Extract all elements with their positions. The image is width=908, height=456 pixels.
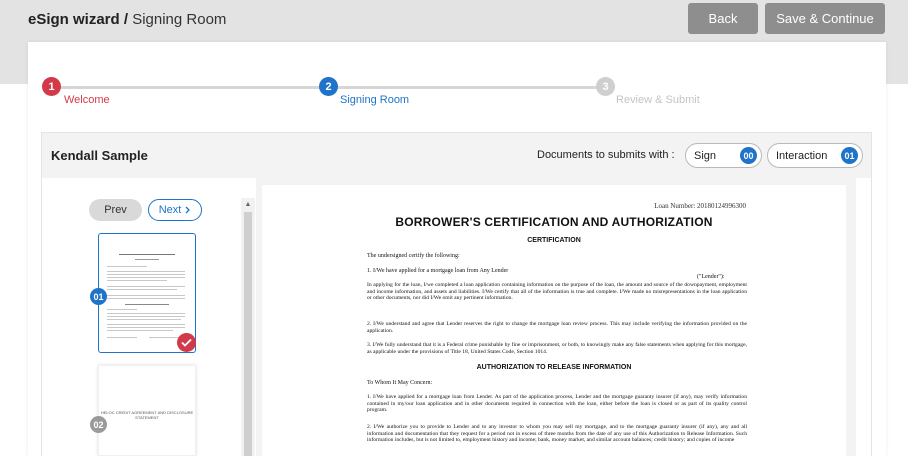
document-paragraph-4: 1. I/We have applied for a mortgage loan… xyxy=(367,394,747,413)
thumb-line xyxy=(107,289,177,290)
wizard-title: eSign wizard xyxy=(28,11,120,28)
next-button[interactable]: Next xyxy=(148,199,202,221)
document-title: BORROWER'S CERTIFICATION AND AUTHORIZATI… xyxy=(395,215,713,229)
thumb-line xyxy=(107,327,185,328)
document-paragraph-2: 2. I/We understand and agree that Lender… xyxy=(367,321,747,334)
document-paragraph-5: 2. I/We authorize you to provide to Lend… xyxy=(367,424,747,443)
step-1-circle[interactable]: 1 xyxy=(42,77,61,96)
thumb-line xyxy=(107,309,137,310)
thumb-line xyxy=(107,295,185,296)
stepper-line-1 xyxy=(52,86,329,89)
document-section-2-title: AUTHORIZATION TO RELEASE INFORMATION xyxy=(476,364,632,371)
submit-with-label: Documents to submits with : xyxy=(537,149,675,161)
document-item-1: 1. I/We have applied for a mortgage loan… xyxy=(367,268,509,274)
document-intro: The undersigned certify the following: xyxy=(367,253,460,259)
document-paragraph-3: 3. I/We fully understand that it is a Fe… xyxy=(367,342,747,355)
prev-button[interactable]: Prev xyxy=(89,199,142,221)
stepper-line-2 xyxy=(329,86,606,89)
sign-count-badge: 00 xyxy=(740,147,757,164)
step-2-circle[interactable]: 2 xyxy=(319,77,338,96)
document-to-whom: To Whom It May Concern: xyxy=(367,380,433,386)
document-name: Kendall Sample xyxy=(51,148,148,163)
thumbnail-2-number: 02 xyxy=(90,416,107,433)
document-subtitle: CERTIFICATION xyxy=(527,237,581,244)
sign-filter[interactable]: Sign 00 xyxy=(685,143,762,168)
thumb-line xyxy=(119,254,175,255)
thumb-line xyxy=(107,277,185,278)
document-page: Loan Number: 20180124996300 BORROWER'S C… xyxy=(262,185,846,456)
back-button[interactable]: Back xyxy=(688,3,758,34)
thumb-line xyxy=(107,330,173,331)
thumb-line xyxy=(107,286,185,287)
interaction-count-badge: 01 xyxy=(841,147,858,164)
document-lender: ("Lender"): xyxy=(697,274,725,280)
scroll-up-arrow-icon[interactable]: ▲ xyxy=(241,201,255,209)
thumb-line xyxy=(125,304,169,305)
thumb-line xyxy=(107,298,185,299)
step-3-circle: 3 xyxy=(596,77,615,96)
thumb-line xyxy=(107,280,167,281)
sign-filter-label: Sign xyxy=(694,149,717,162)
thumb-line xyxy=(107,274,185,275)
save-continue-button[interactable]: Save & Continue xyxy=(765,3,885,34)
section-title: Signing Room xyxy=(132,11,227,28)
check-icon xyxy=(177,333,196,352)
scrollbar-thumb[interactable] xyxy=(244,212,252,456)
thumbnail-scrollbar[interactable]: ▲ xyxy=(241,198,255,456)
thumb-line xyxy=(107,313,185,314)
next-button-label: Next xyxy=(158,204,182,216)
step-1-label[interactable]: Welcome xyxy=(64,94,110,106)
thumbnail-1-number: 01 xyxy=(90,288,107,305)
thumb-line xyxy=(107,316,185,317)
loan-number: Loan Number: 20180124996300 xyxy=(654,202,746,210)
thumb-line xyxy=(135,259,159,260)
thumb-line xyxy=(149,337,179,338)
thumb-line xyxy=(107,271,185,272)
page-title: eSign wizard / Signing Room xyxy=(28,11,226,28)
step-2-label[interactable]: Signing Room xyxy=(340,94,409,106)
thumbnail-2-caption: HELOC CREDIT AGREEMENT AND DISCLOSURE ST… xyxy=(100,410,194,420)
thumb-line xyxy=(107,266,147,267)
thumb-line xyxy=(107,337,137,338)
title-separator: / xyxy=(119,11,133,28)
step-3-label: Review & Submit xyxy=(616,94,700,106)
thumb-line xyxy=(107,324,185,325)
chevron-right-icon xyxy=(185,206,191,214)
interaction-filter[interactable]: Interaction 01 xyxy=(767,143,863,168)
document-paragraph-1: In applying for the loan, I/we completed… xyxy=(367,282,747,301)
interaction-filter-label: Interaction xyxy=(776,149,828,162)
thumb-line xyxy=(107,319,181,320)
